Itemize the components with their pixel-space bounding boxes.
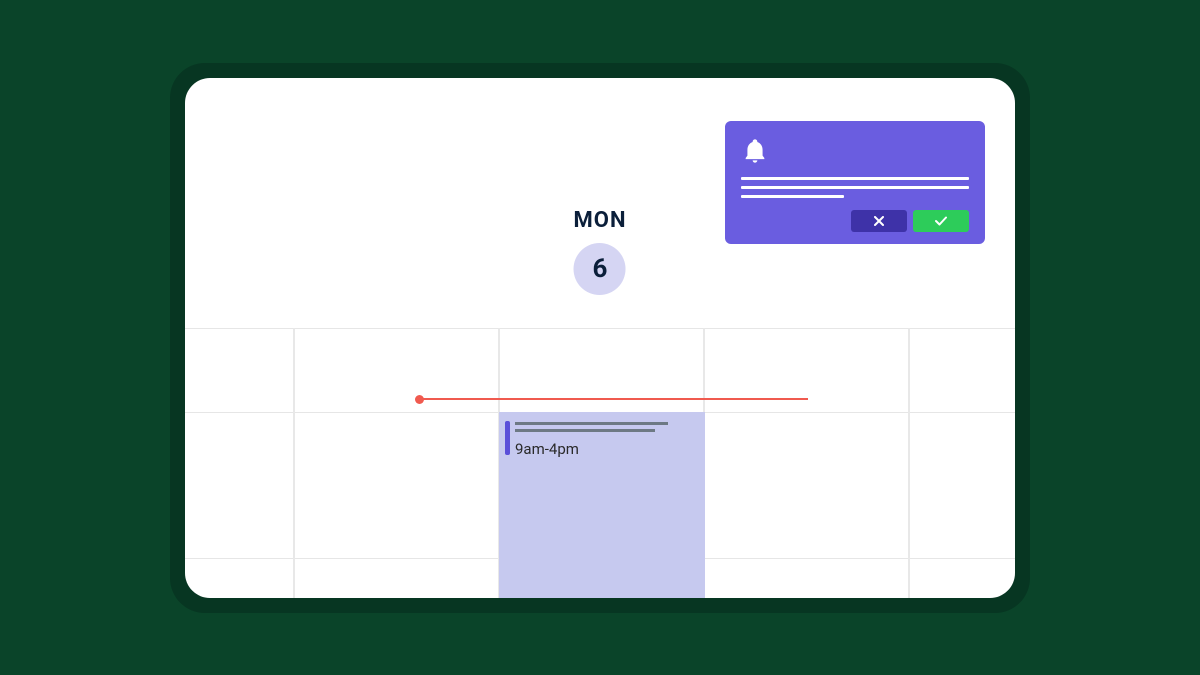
current-time-dot [415, 395, 424, 404]
check-icon [935, 216, 947, 226]
tablet-frame: MON 6 9am-4pm [170, 63, 1030, 613]
notification-actions [741, 210, 969, 232]
day-number: 6 [593, 254, 608, 284]
current-time-indicator [418, 398, 808, 401]
event-subtitle-placeholder [515, 429, 655, 432]
calendar-event[interactable]: 9am-4pm [499, 412, 705, 598]
event-accent-bar [505, 421, 510, 455]
accept-button[interactable] [913, 210, 969, 232]
notification-card [725, 121, 985, 244]
dismiss-button[interactable] [851, 210, 907, 232]
event-time-range: 9am-4pm [515, 440, 695, 458]
day-of-week-label: MON [574, 208, 627, 233]
day-header: MON 6 [574, 208, 627, 295]
notification-text-line [741, 195, 844, 198]
bell-icon [741, 137, 969, 169]
close-icon [874, 216, 884, 226]
day-number-badge[interactable]: 6 [574, 243, 626, 295]
event-title-placeholder [515, 422, 668, 425]
notification-text-line [741, 186, 969, 189]
calendar-screen: MON 6 9am-4pm [185, 78, 1015, 598]
notification-text-line [741, 177, 969, 180]
